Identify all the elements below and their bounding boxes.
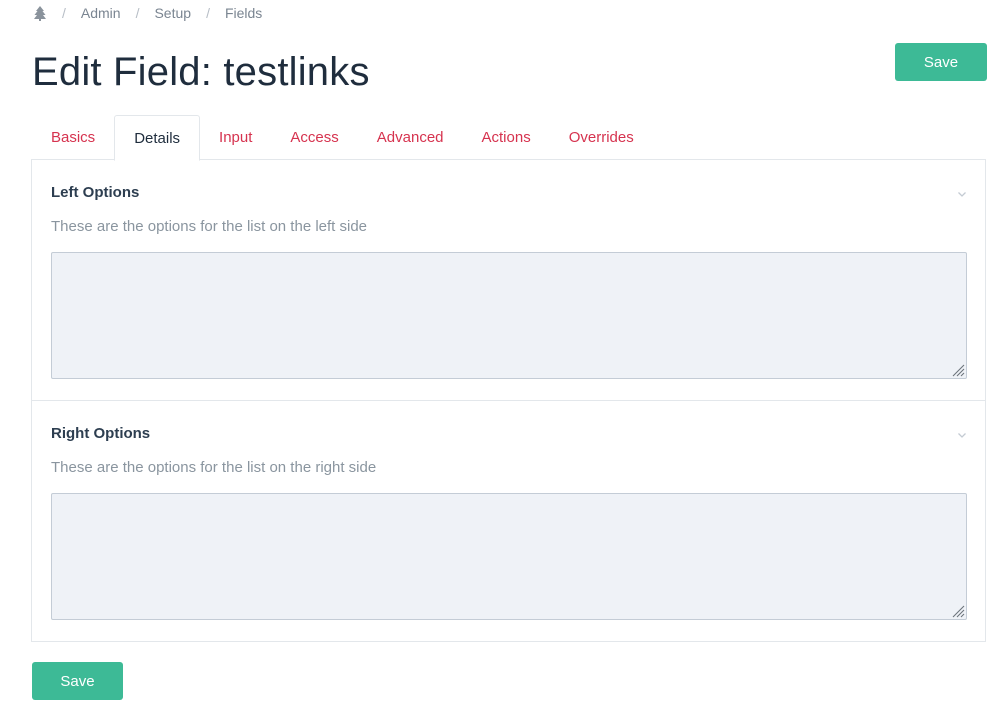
tab-input[interactable]: Input: [200, 115, 271, 159]
breadcrumb-separator: /: [62, 5, 66, 21]
tab-advanced[interactable]: Advanced: [358, 115, 463, 159]
tree-icon[interactable]: [33, 5, 47, 21]
breadcrumb: / Admin / Setup / Fields: [33, 4, 262, 22]
left-options-textarea[interactable]: [51, 252, 967, 379]
save-button-bottom[interactable]: Save: [32, 662, 123, 700]
left-options-description: These are the options for the list on th…: [51, 218, 368, 235]
tab-actions[interactable]: Actions: [463, 115, 550, 159]
breadcrumb-separator: /: [135, 5, 140, 21]
resize-handle-icon[interactable]: [951, 604, 965, 618]
tab-basics[interactable]: Basics: [32, 115, 114, 159]
right-options-title: Right Options: [51, 425, 151, 442]
left-options-section: Left Options These are the options for t…: [32, 160, 985, 401]
resize-handle-icon[interactable]: [951, 363, 965, 377]
tab-access[interactable]: Access: [271, 115, 357, 159]
right-options-section: Right Options These are the options for …: [32, 401, 985, 642]
breadcrumb-separator: /: [206, 5, 210, 21]
save-button-top[interactable]: Save: [895, 43, 987, 81]
breadcrumb-fields-link[interactable]: Fields: [225, 5, 262, 21]
right-options-description: These are the options for the list on th…: [51, 459, 377, 476]
tab-details[interactable]: Details: [114, 115, 201, 161]
right-options-textarea[interactable]: [51, 493, 967, 620]
chevron-down-icon[interactable]: [957, 427, 967, 438]
breadcrumb-admin-link[interactable]: Admin: [81, 5, 121, 21]
chevron-down-icon[interactable]: [957, 186, 967, 197]
page-title: Edit Field: testlinks: [32, 50, 370, 94]
left-options-title: Left Options: [51, 184, 140, 201]
tab-overrides[interactable]: Overrides: [550, 115, 653, 159]
tab-bar: Basics Details Input Access Advanced Act…: [32, 115, 987, 161]
details-panel: Left Options These are the options for t…: [31, 159, 986, 642]
breadcrumb-setup-link[interactable]: Setup: [154, 5, 191, 21]
